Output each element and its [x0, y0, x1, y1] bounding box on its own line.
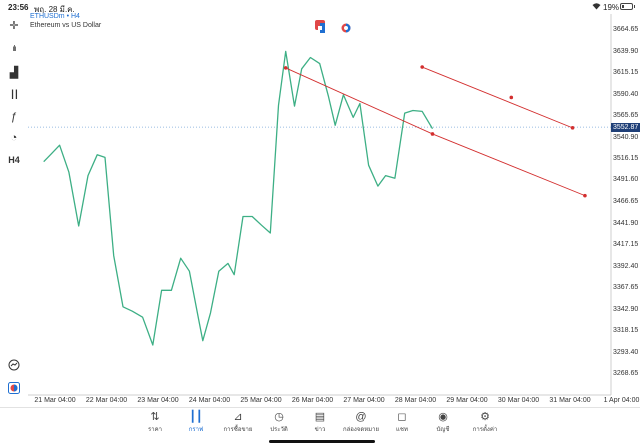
- price-tick-label: 3268.65: [613, 370, 639, 377]
- chart-type-icon[interactable]: ▟: [4, 64, 24, 80]
- symbol-timeframe: H4: [70, 13, 80, 20]
- price-tick-label: 3367.65: [613, 284, 639, 291]
- current-price-label: 3552.87: [611, 122, 640, 132]
- nav-chart-icon: ┃┃: [189, 411, 203, 423]
- nav-chart[interactable]: ┃┃ กราฟ: [174, 410, 218, 434]
- price-tick-label: 3516.15: [613, 155, 639, 162]
- timeframe-separator: •: [66, 13, 70, 20]
- nav-settings-icon: ⚙: [480, 411, 490, 423]
- nav-history-icon: ◷: [274, 411, 284, 423]
- symbol-description: Ethereum vs US Dollar: [30, 22, 102, 29]
- trendline-extension: [432, 133, 586, 197]
- nav-accounts[interactable]: ◉ บัญชี: [421, 410, 465, 434]
- nav-mailbox-icon: @: [355, 411, 367, 423]
- candles-icon-glyph: ┃┃: [10, 89, 19, 99]
- price-tick-label: 3590.40: [613, 90, 639, 98]
- trendline: [285, 67, 433, 135]
- objects-icon-glyph: ◔: [10, 132, 18, 144]
- time-axis: 21 Mar 04:00 22 Mar 04:00 23 Mar 04:00 24 M…: [0, 395, 639, 407]
- trendline-anchor: [570, 126, 575, 130]
- indicators-icon[interactable]: ılı: [4, 40, 24, 56]
- price-tick-label: 3466.65: [613, 198, 639, 205]
- price-tick-label: 3417.15: [613, 241, 639, 248]
- nav-news-label: ข่าว: [314, 427, 326, 433]
- nav-trade-icon: ⊿: [233, 411, 243, 423]
- nav-chat-icon: ◻: [397, 411, 407, 423]
- nav-trade-label: การซื้อขาย: [223, 427, 253, 433]
- nav-mailbox[interactable]: @ กล่องจดหมาย: [339, 410, 383, 434]
- price-tick-label: 3565.65: [613, 112, 639, 119]
- price-series-line: [43, 50, 434, 346]
- nav-news[interactable]: ▤ ข่าว: [298, 410, 342, 434]
- price-axis: 3664.65 3639.90 3615.15 3590.40 3565.65 3540.…: [611, 0, 640, 410]
- time-tick-label: 24 Mar 04:00: [188, 397, 231, 404]
- time-tick-label: 29 Mar 04:00: [446, 397, 488, 404]
- home-indicator: [269, 440, 375, 443]
- nav-history[interactable]: ◷ ประวัติ: [257, 410, 301, 434]
- trendline: [422, 66, 573, 129]
- price-tick-label: 3615.15: [613, 69, 639, 76]
- alerts-icon[interactable]: [4, 357, 24, 373]
- price-tick-label: 3639.90: [613, 47, 639, 55]
- broker-logo-icon[interactable]: [4, 380, 24, 396]
- price-tick-label: 3664.65: [613, 26, 639, 33]
- symbol-name: ETHUSDm: [30, 13, 65, 20]
- nav-quotes[interactable]: ⇅ ราคา: [133, 410, 177, 434]
- chart-toolbar: ✛ ılı ▟ ┃┃ ƒ ◔ H4: [0, 14, 28, 409]
- price-tick-label: 3491.60: [613, 176, 639, 184]
- time-tick-label: 23 Mar 04:00: [137, 397, 179, 404]
- nav-chat-label: แชท: [396, 427, 408, 433]
- trendline-anchor: [283, 66, 288, 70]
- nav-quotes-label: ราคา: [148, 427, 162, 433]
- nav-accounts-icon: ◉: [438, 411, 448, 423]
- nav-accounts-label: บัญชี: [436, 427, 450, 433]
- depth-of-market-icon[interactable]: [341, 20, 351, 33]
- chart-area[interactable]: ETHUSDm • H4 Ethereum vs US Dollar ✛ ılı ▟…: [0, 0, 640, 410]
- nav-settings-label: การตั้งค่า: [472, 427, 498, 433]
- price-tick-label: 3540.90: [613, 133, 639, 141]
- price-tick-label: 3293.40: [613, 348, 639, 356]
- nav-chart-label: กราฟ: [188, 427, 204, 433]
- timeframe-button[interactable]: H4: [4, 152, 24, 168]
- trendline-anchor: [509, 95, 514, 100]
- nav-settings[interactable]: ⚙ การตั้งค่า: [463, 410, 507, 434]
- time-tick-label: 22 Mar 04:00: [85, 397, 128, 404]
- nav-mailbox-label: กล่องจดหมาย: [342, 427, 380, 433]
- chart-type-icon-glyph: ▟: [9, 66, 19, 79]
- nav-news-icon: ▤: [314, 411, 326, 423]
- nav-chat[interactable]: ◻ แชท: [380, 410, 424, 434]
- time-tick-label: 28 Mar 04:00: [394, 397, 437, 404]
- one-click-trading-icon[interactable]: [315, 20, 325, 33]
- time-tick-label: 27 Mar 04:00: [343, 397, 385, 404]
- time-tick-label: 30 Mar 04:00: [497, 397, 540, 404]
- time-tick-label: 26 Mar 04:00: [291, 397, 334, 404]
- nav-history-label: ประวัติ: [270, 427, 288, 433]
- objects-icon[interactable]: ◔: [4, 130, 24, 146]
- function-icon[interactable]: ƒ: [4, 109, 24, 125]
- price-chart[interactable]: [0, 0, 640, 410]
- time-tick-label: 31 Mar 04:00: [549, 397, 591, 404]
- price-tick-label: 3318.15: [613, 327, 639, 334]
- price-tick-label: 3342.90: [613, 305, 639, 313]
- function-icon-glyph: ƒ: [10, 111, 18, 123]
- indicators-icon-glyph: ılı: [12, 43, 16, 53]
- timeframe-button-glyph: H4: [8, 155, 20, 165]
- candles-icon[interactable]: ┃┃: [4, 86, 24, 102]
- time-tick-label: 1 Apr 04:00: [603, 397, 640, 404]
- time-tick-label: 21 Mar 04:00: [34, 397, 76, 404]
- trendline-anchor: [583, 193, 587, 198]
- price-tick-label: 3392.40: [613, 262, 639, 270]
- nav-trade[interactable]: ⊿ การซื้อขาย: [216, 410, 260, 434]
- crosshair-icon-glyph: ✛: [9, 19, 19, 32]
- time-tick-label: 25 Mar 04:00: [240, 397, 282, 404]
- trendline-anchor: [420, 65, 424, 69]
- nav-quotes-icon: ⇅: [150, 411, 160, 423]
- price-tick-label: 3441.90: [613, 219, 639, 227]
- crosshair-icon[interactable]: ✛: [4, 17, 24, 33]
- symbol-label: ETHUSDm • H4: [30, 13, 80, 20]
